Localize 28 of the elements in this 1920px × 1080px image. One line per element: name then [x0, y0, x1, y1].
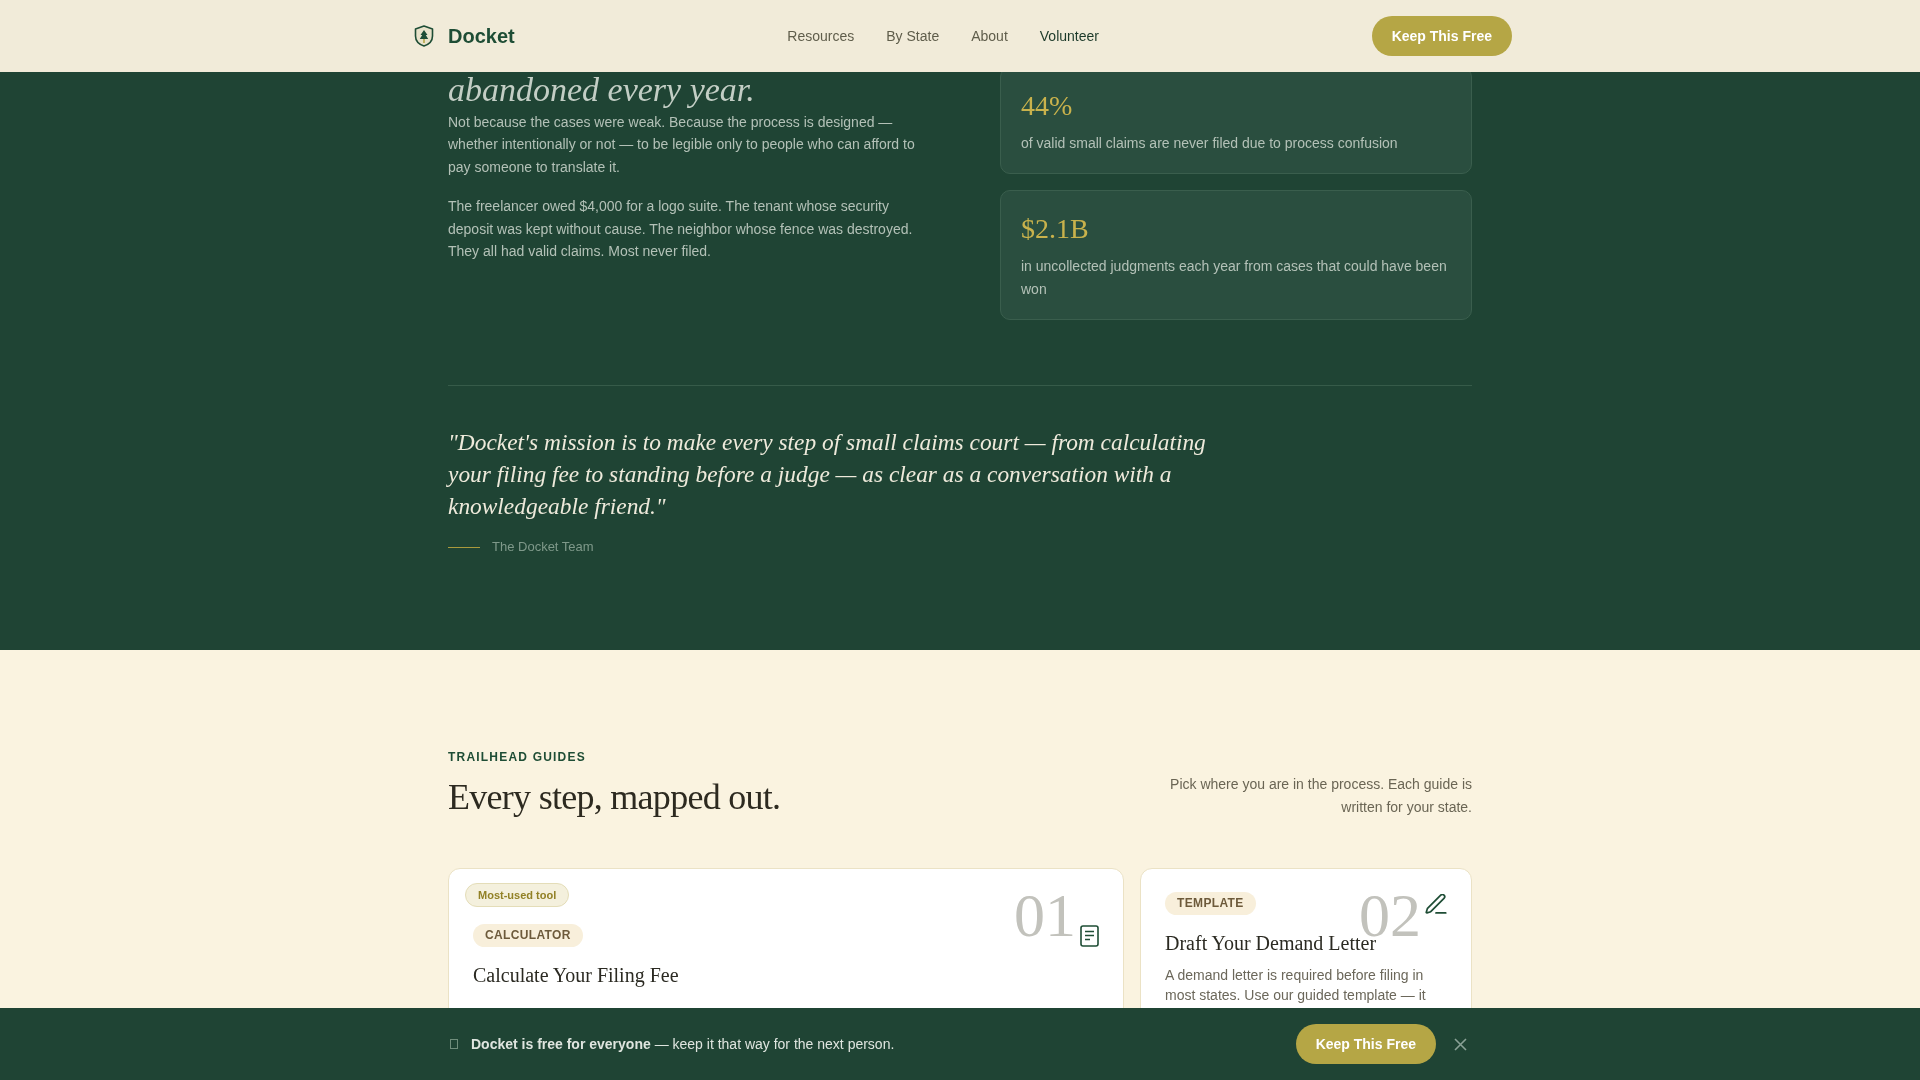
- banner-message: Docket is free for everyone — keep it that way for the next person.: [471, 1035, 895, 1054]
- nav-link[interactable]: Resources: [787, 26, 855, 46]
- shield-logo-icon: [414, 25, 434, 47]
- body-paragraph: Not because the cases were weak. Because the process is designed — whether intentionally or not — to be legible only to people who can afford to pay someone to translate it.: [448, 113, 916, 177]
- nav-link[interactable]: Volunteer: [1039, 26, 1099, 46]
- body-paragraph: The freelancer owed $4,000 for a logo suite. The tenant whose security deposit was kept without cause. The neighbor whose fence was destroyed. They all had valid claims. Most never filed.: [448, 197, 914, 262]
- brand-name[interactable]: Docket: [448, 22, 515, 50]
- stat-description: of valid small claims are never filed due to process confusion: [1021, 134, 1399, 153]
- section-heading: abandoned every year.: [448, 72, 756, 108]
- stat-value: 44%: [1021, 89, 1074, 123]
- stat-description: in uncollected judgments each year from cases that could have been won: [1021, 257, 1448, 299]
- close-icon: [1453, 1037, 1467, 1051]
- mission-quote: "Docket's mission is to make every step of small claims court — from calculating your filing fee to standing before a judge — as clear as a conversation with a knowledgeable friend.": [448, 428, 1207, 521]
- nav-link[interactable]: About: [971, 26, 1008, 46]
- guide-title: Calculate Your Filing Fee: [473, 963, 680, 989]
- stat-value: $2.1B: [1021, 212, 1090, 246]
- category-tag: TEMPLATE: [1165, 892, 1256, 915]
- category-tag: CALCULATOR: [473, 924, 583, 947]
- quote-attribution: The Docket Team: [492, 538, 594, 556]
- guide-description: A demand letter is required before filing in most states. Use our guided template — it: [1165, 966, 1427, 1005]
- featured-badge: Most-used tool: [465, 883, 570, 907]
- section-eyebrow: TRAILHEAD GUIDES: [448, 749, 587, 766]
- nav-link[interactable]: By State: [886, 26, 940, 46]
- document-icon: [1080, 925, 1099, 947]
- section-title: Every step, mapped out.: [448, 776, 781, 819]
- section-intro: Pick where you are in the process. Each guide is written for your state.: [1169, 775, 1472, 817]
- pencil-icon: [1425, 894, 1447, 914]
- rectangle-icon: [450, 1039, 458, 1049]
